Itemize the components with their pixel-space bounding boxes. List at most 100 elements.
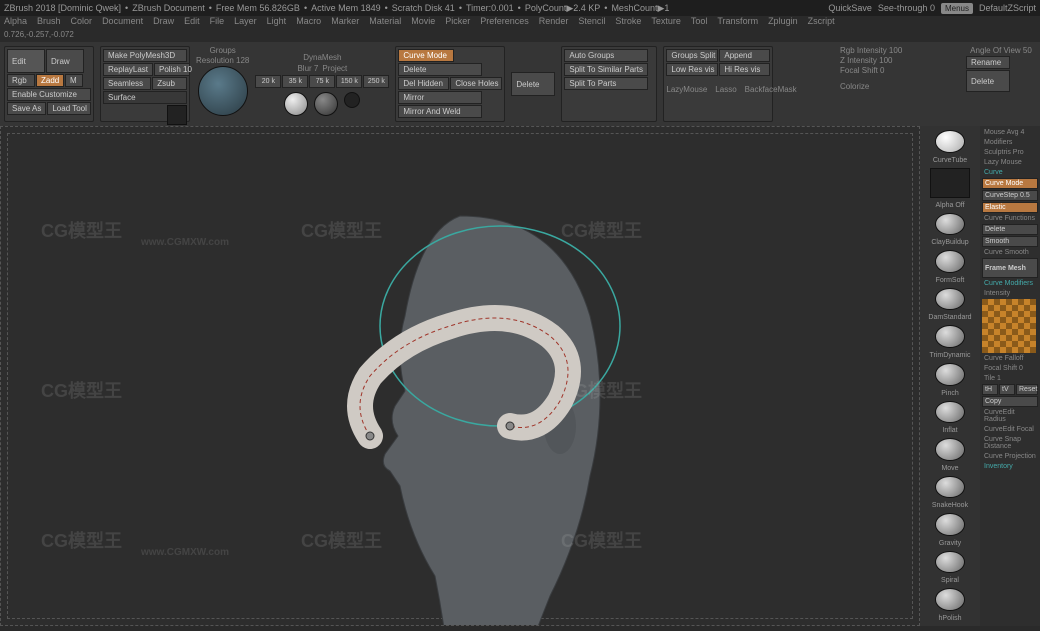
mirror-button[interactable]: Mirror	[398, 91, 482, 104]
menu-tool[interactable]: Tool	[691, 16, 708, 30]
enable-customize[interactable]: Enable Customize	[7, 88, 91, 101]
delete-button[interactable]: Delete	[398, 63, 482, 76]
surface-button[interactable]: Surface	[103, 91, 187, 104]
menu-layer[interactable]: Layer	[234, 16, 257, 30]
menu-marker[interactable]: Marker	[331, 16, 359, 30]
make-polymesh-button[interactable]: Make PolyMesh3D	[103, 49, 187, 62]
curve-smooth-button[interactable]: Smooth	[982, 236, 1038, 247]
menus-toggle[interactable]: Menus	[941, 3, 973, 14]
menu-edit[interactable]: Edit	[184, 16, 200, 30]
mouse-avg-slider[interactable]: Mouse Avg 4	[982, 128, 1038, 137]
seethrough-slider[interactable]: See-through 0	[878, 3, 935, 13]
poly-35k[interactable]: 35 k	[282, 75, 308, 88]
material-sphere-1[interactable]	[284, 92, 308, 116]
material-sphere-3[interactable]	[344, 92, 360, 108]
brush-gravity[interactable]	[935, 513, 965, 536]
focal-shift-slider[interactable]: Focal Shift 0	[840, 66, 960, 75]
poly-150k[interactable]: 150 k	[336, 75, 362, 88]
quicksave-button[interactable]: QuickSave	[828, 3, 872, 13]
replaylast-button[interactable]: ReplayLast	[103, 63, 153, 76]
groups-split-button[interactable]: Groups Split	[666, 49, 718, 62]
aov-slider[interactable]: Angle Of View 50	[966, 46, 1036, 55]
close-holes-button[interactable]: Close Holes	[450, 77, 502, 90]
menu-picker[interactable]: Picker	[445, 16, 470, 30]
rgb-button[interactable]: Rgb	[7, 74, 35, 87]
menu-render[interactable]: Render	[539, 16, 569, 30]
lazymouse-toggle[interactable]: LazyMouse	[666, 85, 707, 94]
menu-zplugin[interactable]: Zplugin	[768, 16, 798, 30]
brush-snakehook[interactable]	[935, 476, 965, 499]
menu-transform[interactable]: Transform	[717, 16, 758, 30]
menu-draw[interactable]: Draw	[153, 16, 174, 30]
intensity-toggle[interactable]: Intensity	[982, 289, 1038, 298]
curve-mode-toggle[interactable]: Curve Mode	[982, 178, 1038, 189]
menu-macro[interactable]: Macro	[296, 16, 321, 30]
curve-smooth-slider[interactable]: Curve Smooth	[982, 248, 1038, 257]
menu-alpha[interactable]: Alpha	[4, 16, 27, 30]
menu-stencil[interactable]: Stencil	[578, 16, 605, 30]
brush-spiral[interactable]	[935, 551, 965, 574]
frame-mesh-button[interactable]: Frame Mesh	[982, 258, 1038, 278]
viewport[interactable]: CG模型王 CG模型王 CG模型王 CG模型王 CG模型王 CG模型王 CG模型…	[0, 126, 920, 626]
curveedit-radius[interactable]: CurveEdit Radius	[982, 408, 1038, 424]
brush-formsoft[interactable]	[935, 250, 965, 273]
brush-pinch[interactable]	[935, 363, 965, 386]
menu-color[interactable]: Color	[71, 16, 93, 30]
zadd-button[interactable]: Zadd	[36, 74, 64, 87]
menu-stroke[interactable]: Stroke	[615, 16, 641, 30]
rgb-intensity-slider[interactable]: Rgb Intensity 100	[840, 46, 960, 55]
curveedit-focal[interactable]: CurveEdit Focal	[982, 425, 1038, 434]
menu-file[interactable]: File	[210, 16, 225, 30]
menu-brush[interactable]: Brush	[37, 16, 61, 30]
edit-mode-button[interactable]: Edit	[7, 49, 45, 73]
project-toggle[interactable]: Project	[322, 64, 347, 73]
polish-slider[interactable]: Polish 10	[154, 63, 190, 76]
poly-20k[interactable]: 20 k	[255, 75, 281, 88]
lowres-button[interactable]: Low Res vis	[666, 63, 718, 76]
split-similar-button[interactable]: Split To Similar Parts	[564, 63, 648, 76]
brush-damstandard[interactable]	[935, 288, 965, 311]
elastic-toggle[interactable]: Elastic	[982, 202, 1038, 213]
curve-delete-button[interactable]: Delete	[982, 224, 1038, 235]
navigation-sphere[interactable]	[198, 66, 248, 116]
backface-toggle[interactable]: BackfaceMask	[745, 85, 797, 94]
brush-trimdynamic[interactable]	[935, 325, 965, 348]
tile-slider[interactable]: Tile 1	[982, 374, 1038, 383]
sculptris-toggle[interactable]: Sculptris Pro	[982, 148, 1038, 157]
delete-button-2[interactable]: Delete	[511, 72, 555, 96]
brush-move[interactable]	[935, 438, 965, 461]
curve-falloff-graph[interactable]	[982, 299, 1036, 353]
qr-icon[interactable]	[167, 105, 187, 125]
menu-material[interactable]: Material	[369, 16, 401, 30]
brush-claybuildup[interactable]	[935, 213, 965, 236]
material-sphere-2[interactable]	[314, 92, 338, 116]
curve-snap[interactable]: Curve Snap Distance	[982, 435, 1038, 451]
delete-subtool-button[interactable]: Delete	[966, 70, 1010, 92]
rename-button[interactable]: Rename	[966, 56, 1010, 69]
th-button[interactable]: tH	[982, 384, 998, 395]
auto-groups-button[interactable]: Auto Groups	[564, 49, 648, 62]
colorize-toggle[interactable]: Colorize	[840, 82, 960, 91]
del-hidden-button[interactable]: Del Hidden	[398, 77, 449, 90]
menu-texture[interactable]: Texture	[651, 16, 681, 30]
hires-button[interactable]: Hi Res vis	[719, 63, 770, 76]
split-parts-button[interactable]: Split To Parts	[564, 77, 648, 90]
brush-curvetube[interactable]	[935, 130, 965, 153]
poly-250k[interactable]: 250 k	[363, 75, 389, 88]
sculpt-canvas[interactable]	[220, 176, 700, 626]
blur-slider[interactable]: Blur 7	[297, 64, 318, 73]
z-intensity-slider[interactable]: Z Intensity 100	[840, 56, 960, 65]
zsub-button[interactable]: Zsub	[152, 77, 187, 90]
lazymouse-header[interactable]: Lazy Mouse	[982, 158, 1038, 167]
alpha-slot[interactable]	[930, 168, 970, 198]
default-zscript[interactable]: DefaultZScript	[979, 3, 1036, 13]
resolution-slider[interactable]: Resolution 128	[196, 56, 249, 65]
tv-button[interactable]: tV	[999, 384, 1015, 395]
menu-preferences[interactable]: Preferences	[480, 16, 529, 30]
draw-mode-button[interactable]: Draw	[46, 49, 84, 73]
brush-inflat[interactable]	[935, 401, 965, 424]
reset-button[interactable]: Reset	[1016, 384, 1038, 395]
curve-mode-button[interactable]: Curve Mode	[398, 49, 454, 62]
menu-document[interactable]: Document	[102, 16, 143, 30]
seamless-button[interactable]: Seamless	[103, 77, 151, 90]
